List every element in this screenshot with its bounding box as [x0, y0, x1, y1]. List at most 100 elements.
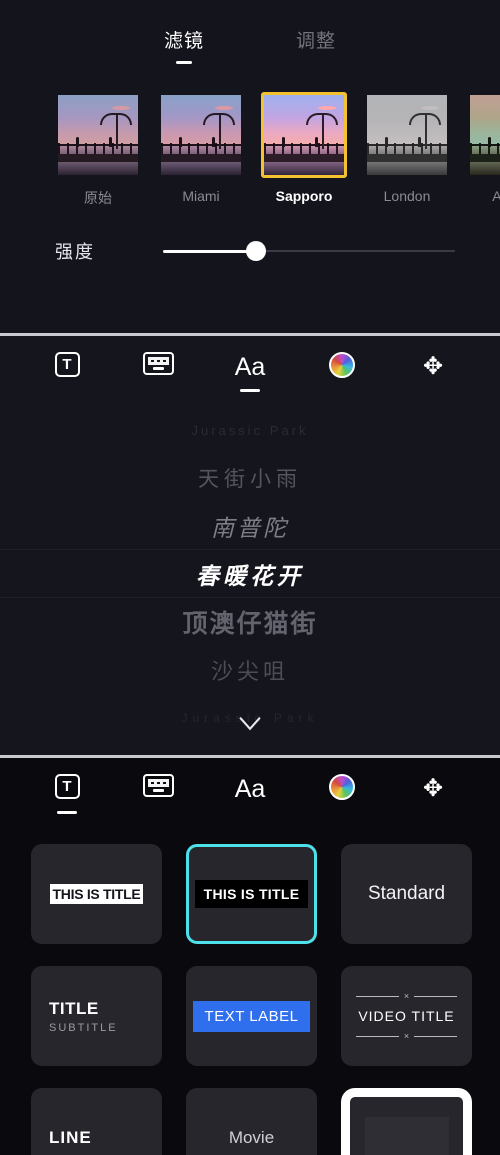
font-list-item[interactable]: Jurassic Park [0, 406, 500, 454]
tab-filter-label: 滤镜 [163, 31, 204, 52]
slider-fill [163, 249, 257, 253]
text-box-icon: T [44, 774, 90, 806]
filter-thumbnail[interactable] [364, 92, 450, 178]
text-box-icon: T [44, 352, 90, 384]
filter-label: Sapporo [275, 188, 333, 204]
style-card-video-title[interactable]: × VIDEO TITLE × [341, 966, 472, 1066]
decorative-rule-bottom: × [356, 1030, 458, 1041]
intensity-label: 强度 [55, 242, 95, 262]
style-card-outline[interactable]: THIS IS TITLE [31, 844, 162, 944]
tool-color[interactable] [319, 352, 365, 392]
cross-mark-icon: × [403, 1030, 410, 1041]
chevron-down-icon[interactable] [236, 709, 264, 737]
tool-keyboard[interactable] [136, 352, 182, 392]
filter-item-ayers[interactable]: Ayers [467, 92, 500, 204]
font-list-item[interactable]: 顶澳仔猫街 [0, 598, 500, 646]
preview-image [264, 95, 344, 175]
tool-move[interactable]: ✥ [410, 774, 456, 814]
intensity-row: 强度 [0, 238, 500, 264]
move-arrows-icon: ✥ [422, 775, 444, 802]
style-preview-text: THIS IS TITLE [49, 884, 144, 904]
confirm-row [0, 709, 500, 737]
tool-text-box[interactable]: T [44, 352, 90, 392]
style-card-standard[interactable]: Standard [341, 844, 472, 944]
color-wheel-icon [319, 352, 365, 384]
style-preview-frame [364, 1117, 449, 1155]
text-style-grid[interactable]: THIS IS TITLE THIS IS TITLE Standard TIT… [0, 814, 500, 1155]
font-list[interactable]: Jurassic Park 天街小雨 南普陀 春暖花开 顶澳仔猫街 沙尖咀 Ju… [0, 406, 500, 742]
style-preview-text: THIS IS TITLE [194, 880, 309, 908]
font-list-item[interactable]: 南普陀 [0, 502, 500, 550]
tab-adjust[interactable]: 调整 [296, 26, 336, 64]
tool-active-underline [240, 389, 260, 392]
font-label: 顶澳仔猫街 [182, 610, 318, 638]
tool-text-box[interactable]: T [44, 774, 90, 814]
filter-label: Ayers [492, 188, 500, 204]
tab-filter[interactable]: 滤镜 [164, 26, 204, 64]
style-card-title-subtitle[interactable]: TITLE SUBTITLE [31, 966, 162, 1066]
move-arrows-icon: ✥ [422, 353, 444, 380]
font-aa-icon: Aa [234, 775, 266, 803]
style-preview-text: Movie [228, 1128, 275, 1147]
preview-image [58, 95, 138, 175]
filter-label: London [383, 188, 431, 204]
keyboard-icon [136, 774, 182, 806]
filter-label: Miami [182, 188, 220, 204]
font-selection-panel: T Aa ✥ Jurassic Park 天街小雨 南普陀 春暖花开 顶澳仔猫街… [0, 336, 500, 755]
font-label: 春暖花开 [196, 563, 304, 589]
preview-image [470, 95, 500, 175]
style-card-blue-label[interactable]: TEXT LABEL [186, 966, 317, 1066]
font-label: 南普陀 [211, 515, 289, 541]
font-list-item-selected[interactable]: 春暖花开 [0, 550, 500, 598]
text-editor-toolbar: T Aa ✥ [0, 758, 500, 814]
style-card-blackbox-selected[interactable]: THIS IS TITLE [186, 844, 317, 944]
text-style-panel: T Aa ✥ THIS IS TITLE THIS IS TITLE Stand… [0, 758, 500, 1155]
slider-handle[interactable] [246, 241, 267, 261]
tool-active-underline [57, 811, 77, 814]
filter-item-miami[interactable]: Miami [158, 92, 244, 204]
filter-thumbnail-strip[interactable]: 原始 Miami Sapporo London A [0, 92, 500, 208]
text-editor-toolbar: T Aa ✥ [0, 336, 500, 392]
preview-image [367, 95, 447, 175]
tab-active-underline [175, 61, 192, 64]
style-preview-text: Standard [367, 883, 446, 904]
tool-font[interactable]: Aa [227, 352, 273, 392]
filter-tabbar: 滤镜 调整 [0, 0, 500, 64]
style-preview-text: TITLE [49, 998, 99, 1018]
filter-thumbnail-selected[interactable] [261, 92, 347, 178]
video-title-preview: × VIDEO TITLE × [344, 991, 469, 1041]
filter-item-sapporo[interactable]: Sapporo [261, 92, 347, 204]
keyboard-icon [136, 352, 182, 384]
tool-move[interactable]: ✥ [410, 352, 456, 392]
intensity-slider[interactable] [163, 240, 455, 262]
font-aa-icon: Aa [234, 353, 266, 381]
preview-image [161, 95, 241, 175]
style-preview-text: LINE [49, 1128, 92, 1147]
filter-item-london[interactable]: London [364, 92, 450, 204]
tool-font[interactable]: Aa [227, 774, 273, 814]
style-preview-text: TEXT LABEL [192, 1000, 311, 1032]
style-card-line[interactable]: LINE [31, 1088, 162, 1155]
decorative-rule-top: × [356, 990, 458, 1001]
filter-thumbnail[interactable] [158, 92, 244, 178]
style-card-white-frame[interactable] [341, 1088, 472, 1155]
filter-label: 原始 [84, 190, 112, 206]
style-card-partial[interactable]: Movie [186, 1088, 317, 1155]
tool-color[interactable] [319, 774, 365, 814]
video-editor-screen: 滤镜 调整 原始 Miami Sapporo London A 强度 T Aa … [0, 0, 500, 1155]
filter-item-original[interactable]: 原始 [55, 92, 141, 208]
filter-thumbnail[interactable] [55, 92, 141, 178]
style-preview-subtext: SUBTITLE [49, 1021, 118, 1034]
font-label: 沙尖咀 [210, 659, 289, 684]
cross-mark-icon: × [403, 990, 410, 1001]
style-preview-text: VIDEO TITLE [358, 1008, 455, 1024]
filter-thumbnail[interactable] [467, 92, 500, 178]
filter-panel: 滤镜 调整 原始 Miami Sapporo London A 强度 [0, 0, 500, 333]
tool-keyboard[interactable] [136, 774, 182, 814]
font-label: Jurassic Park [191, 422, 309, 438]
tab-adjust-label: 调整 [296, 31, 337, 52]
font-label: 天街小雨 [198, 468, 302, 491]
font-list-item[interactable]: 天街小雨 [0, 454, 500, 502]
font-list-item[interactable]: 沙尖咀 [0, 646, 500, 694]
color-wheel-icon [319, 774, 365, 806]
